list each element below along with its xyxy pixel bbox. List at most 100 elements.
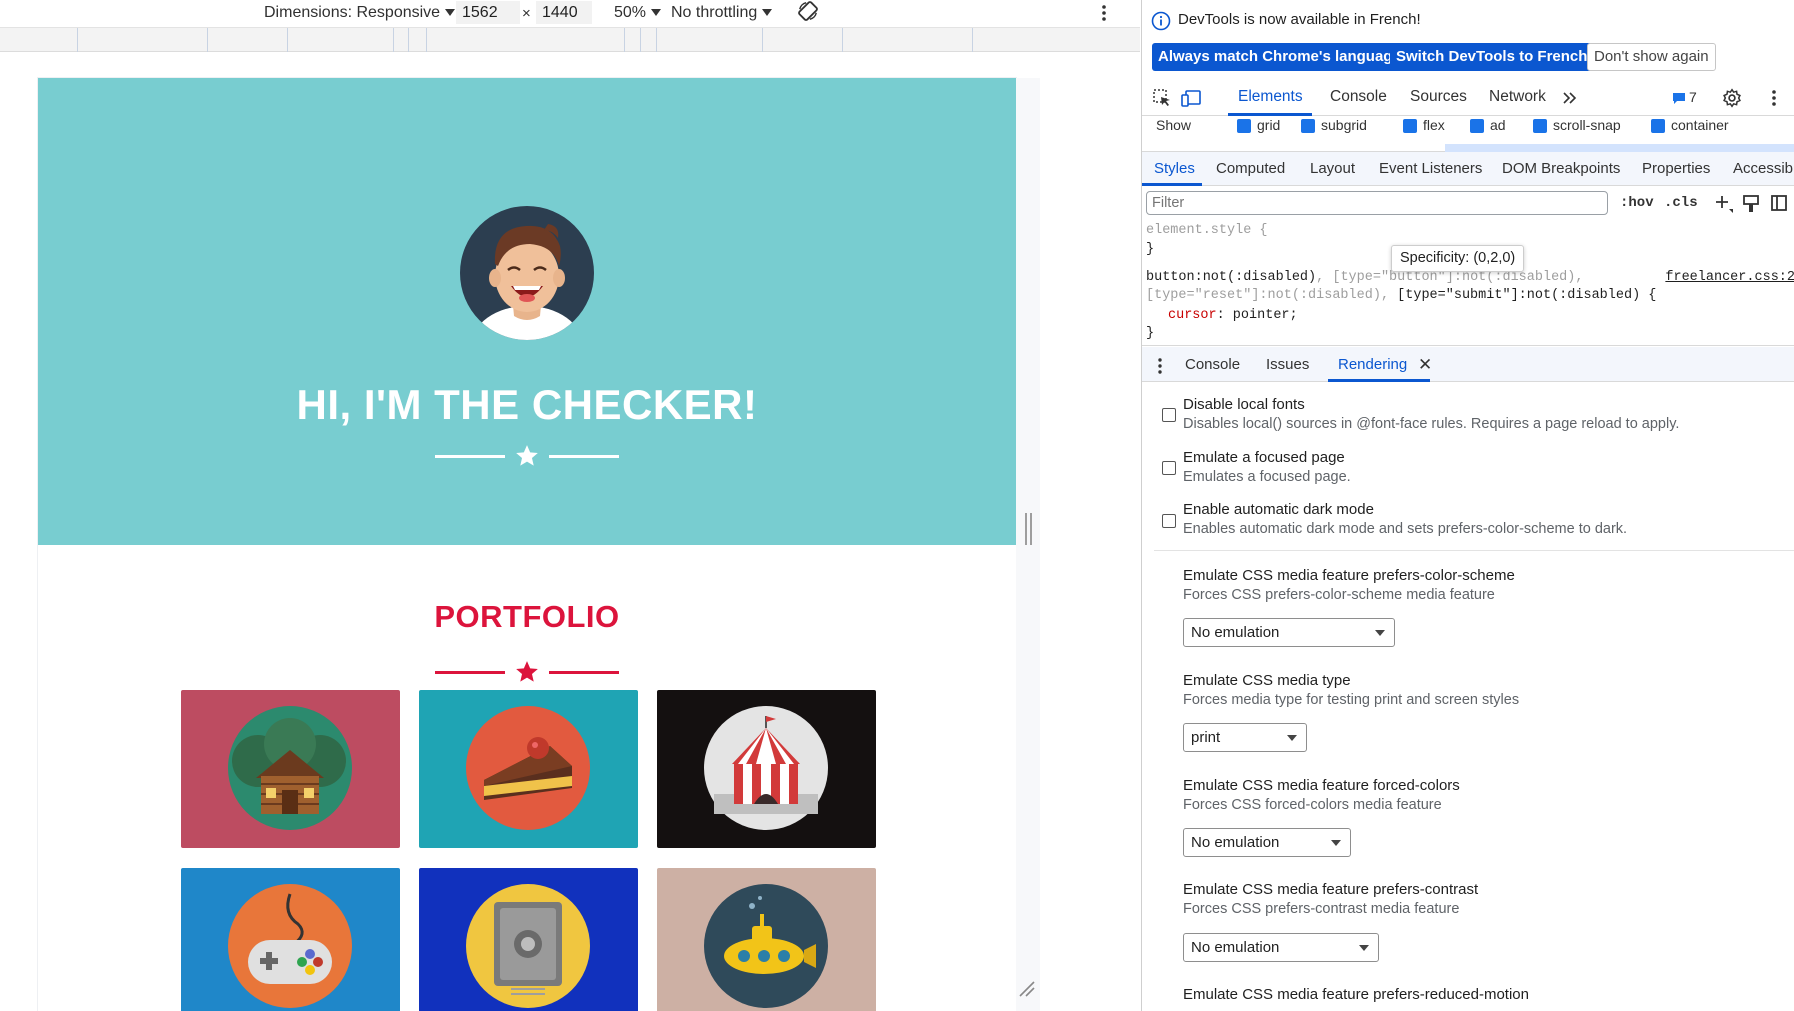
tab-elements[interactable]: Elements bbox=[1238, 88, 1303, 106]
css-declaration[interactable]: cursor: pointer; bbox=[1168, 308, 1298, 323]
option-title: Emulate CSS media feature prefers-contra… bbox=[1183, 881, 1479, 898]
tab-accessibility[interactable]: Accessibi bbox=[1733, 160, 1794, 177]
element-style-selector[interactable]: element.style { bbox=[1146, 223, 1268, 238]
grid-checkbox[interactable] bbox=[1237, 119, 1251, 133]
dimensions-dropdown[interactable]: Dimensions: Responsive bbox=[264, 2, 455, 24]
device-toggle-icon[interactable] bbox=[1180, 88, 1202, 108]
issues-count[interactable]: 7 bbox=[1689, 89, 1697, 105]
media-query-marker[interactable] bbox=[762, 28, 763, 52]
portfolio-item-circus[interactable] bbox=[657, 690, 876, 848]
inactive-selector: , [type="button"]:not(:disabled), bbox=[1316, 270, 1584, 285]
rule-selector-line-2[interactable]: [type="reset"]:not(:disabled), [type="su… bbox=[1146, 288, 1656, 303]
ad-checkbox[interactable] bbox=[1470, 119, 1484, 133]
dont-show-again-button[interactable]: Don't show again bbox=[1587, 43, 1716, 71]
portfolio-item-submarine[interactable] bbox=[657, 868, 876, 1011]
zoom-dropdown[interactable]: 50% bbox=[614, 2, 661, 24]
container-label: container bbox=[1671, 117, 1729, 133]
flex-checkbox[interactable] bbox=[1403, 119, 1417, 133]
tab-network[interactable]: Network bbox=[1489, 88, 1546, 106]
add-rule-icon[interactable] bbox=[1714, 194, 1734, 214]
drawer-tab-issues[interactable]: Issues bbox=[1266, 356, 1309, 373]
dom-tree-strip[interactable] bbox=[1142, 134, 1794, 152]
portfolio-divider bbox=[435, 659, 619, 685]
toggle-sidebar-icon[interactable] bbox=[1770, 194, 1788, 212]
devtools-menu-icon[interactable] bbox=[1770, 88, 1778, 108]
tab-dom-breakpoints[interactable]: DOM Breakpoints bbox=[1502, 160, 1620, 177]
drawer-menu-icon[interactable] bbox=[1156, 357, 1164, 375]
media-query-marker[interactable] bbox=[656, 28, 657, 52]
portfolio-item-game[interactable] bbox=[181, 868, 400, 1011]
disable-local-fonts-checkbox[interactable] bbox=[1162, 408, 1176, 422]
option-title: Emulate a focused page bbox=[1183, 449, 1345, 466]
horizontal-scrollbar[interactable] bbox=[1445, 144, 1794, 152]
auto-dark-mode-checkbox[interactable] bbox=[1162, 514, 1176, 528]
throttling-dropdown[interactable]: No throttling bbox=[671, 2, 772, 24]
emulated-page[interactable]: HI, I'M THE CHECKER! PORTFOLIO bbox=[38, 78, 1016, 1011]
close-icon[interactable]: ✕ bbox=[1418, 355, 1432, 375]
media-query-marker[interactable] bbox=[972, 28, 973, 52]
prefers-color-scheme-select[interactable]: No emulation bbox=[1183, 618, 1395, 647]
portfolio-title: PORTFOLIO bbox=[434, 599, 620, 634]
media-query-marker[interactable] bbox=[842, 28, 843, 52]
paint-brush-icon[interactable] bbox=[1742, 194, 1760, 214]
resize-handle-right[interactable] bbox=[1025, 513, 1033, 545]
portfolio-item-cabin[interactable] bbox=[181, 690, 400, 848]
tab-layout[interactable]: Layout bbox=[1310, 160, 1355, 177]
language-infobar: DevTools is now available in French! Alw… bbox=[1142, 0, 1794, 76]
device-emulation-area: Dimensions: Responsive × 50% No throttli… bbox=[0, 0, 1140, 1011]
resize-handle-bottom[interactable] bbox=[511, 987, 545, 997]
rule-selector-line-1[interactable]: button:not(:disabled), [type="button"]:n… bbox=[1146, 270, 1583, 285]
ad-label: ad bbox=[1490, 117, 1506, 133]
always-match-language-button[interactable]: Always match Chrome's language bbox=[1152, 43, 1407, 71]
media-query-marker[interactable] bbox=[426, 28, 427, 52]
styles-subtabs: Styles Computed Layout Event Listeners D… bbox=[1142, 152, 1794, 186]
hero-divider bbox=[435, 443, 619, 469]
rendering-panel: Disable local fonts Disables local() sou… bbox=[1142, 382, 1794, 1011]
media-type-select[interactable]: print bbox=[1183, 723, 1307, 752]
throttling-label: No throttling bbox=[671, 4, 758, 21]
css-rules-pane[interactable]: element.style { } button:not(:disabled),… bbox=[1142, 218, 1794, 346]
styles-filter-input[interactable] bbox=[1146, 191, 1608, 215]
drawer-tab-console[interactable]: Console bbox=[1185, 356, 1240, 373]
media-query-marker[interactable] bbox=[393, 28, 394, 52]
drawer-tabs: Console Issues Rendering ✕ bbox=[1142, 347, 1794, 382]
device-width-input[interactable] bbox=[456, 1, 520, 24]
media-query-marker[interactable] bbox=[207, 28, 208, 52]
media-query-marker[interactable] bbox=[624, 28, 625, 52]
prefers-contrast-select[interactable]: No emulation bbox=[1183, 933, 1379, 962]
more-options-icon[interactable] bbox=[1100, 2, 1108, 24]
rotate-icon[interactable] bbox=[796, 0, 820, 22]
switch-to-french-button[interactable]: Switch DevTools to French bbox=[1390, 43, 1594, 71]
media-query-marker[interactable] bbox=[77, 28, 78, 52]
scroll-snap-label: scroll-snap bbox=[1553, 117, 1621, 133]
device-height-input[interactable] bbox=[536, 1, 592, 24]
drawer-tab-rendering[interactable]: Rendering bbox=[1338, 356, 1407, 373]
subgrid-checkbox[interactable] bbox=[1301, 119, 1315, 133]
hover-state-toggle[interactable]: :hov bbox=[1620, 195, 1654, 211]
class-toggle[interactable]: .cls bbox=[1664, 195, 1698, 211]
zoom-label: 50% bbox=[614, 4, 647, 21]
tab-event-listeners[interactable]: Event Listeners bbox=[1379, 160, 1482, 177]
media-query-marker[interactable] bbox=[640, 28, 641, 52]
forced-colors-select[interactable]: No emulation bbox=[1183, 828, 1351, 857]
issues-icon[interactable] bbox=[1672, 92, 1686, 105]
settings-gear-icon[interactable] bbox=[1722, 88, 1742, 108]
container-checkbox[interactable] bbox=[1651, 119, 1665, 133]
media-query-marker[interactable] bbox=[287, 28, 288, 52]
tab-computed[interactable]: Computed bbox=[1216, 160, 1285, 177]
scroll-snap-checkbox[interactable] bbox=[1533, 119, 1547, 133]
tab-console[interactable]: Console bbox=[1330, 88, 1387, 106]
tab-sources[interactable]: Sources bbox=[1410, 88, 1467, 106]
inspect-element-icon[interactable] bbox=[1152, 88, 1172, 108]
more-tabs-icon[interactable] bbox=[1562, 90, 1578, 106]
circus-tent-icon bbox=[704, 706, 828, 830]
portfolio-item-cake[interactable] bbox=[419, 690, 638, 848]
emulate-focused-page-checkbox[interactable] bbox=[1162, 461, 1176, 475]
css-property-value: : pointer; bbox=[1216, 308, 1298, 323]
tab-styles[interactable]: Styles bbox=[1154, 160, 1195, 177]
media-query-marker[interactable] bbox=[408, 28, 409, 52]
stylesheet-source-link[interactable]: freelancer.css:2 bbox=[1665, 270, 1794, 285]
tab-properties[interactable]: Properties bbox=[1642, 160, 1710, 177]
media-query-bar[interactable] bbox=[0, 27, 1140, 52]
resize-corner-icon[interactable] bbox=[1018, 980, 1036, 998]
